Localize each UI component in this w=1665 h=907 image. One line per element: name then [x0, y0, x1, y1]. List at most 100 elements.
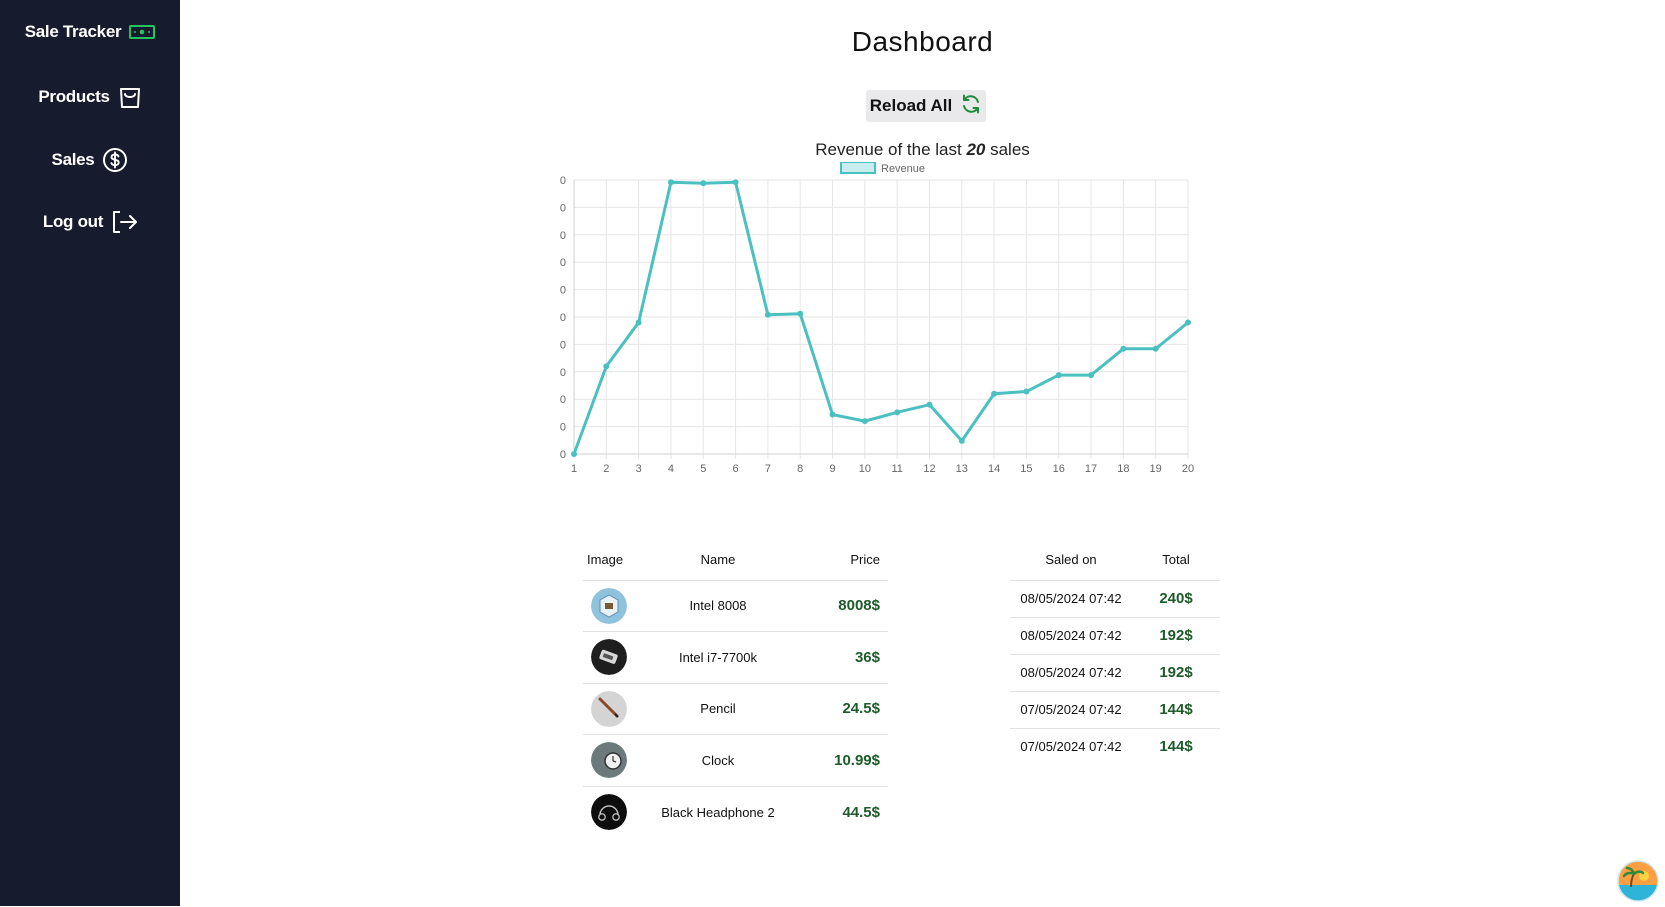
sale-total: 192$ — [1132, 616, 1220, 654]
table-row[interactable]: Black Headphone 2 44.5$ — [583, 785, 888, 838]
column-header-image: Image — [587, 552, 624, 568]
product-image-cell — [583, 785, 638, 838]
sidebar-item-label: Sales — [51, 150, 95, 169]
data-point — [861, 418, 868, 425]
product-price: 24.5$ — [798, 682, 888, 735]
x-tick-label: 8 — [797, 463, 803, 475]
product-price: 8008$ — [798, 579, 888, 632]
x-tick-label: 9 — [829, 463, 835, 475]
x-tick-label: 10 — [859, 463, 871, 475]
legend-label: Revenue — [881, 163, 925, 175]
y-tick-label: 150 — [560, 367, 566, 379]
x-tick-label: 2 — [603, 463, 609, 475]
data-point — [926, 401, 933, 408]
product-thumbnail-intel-8008 — [591, 587, 627, 624]
brand-label: Sale Tracker — [24, 22, 122, 41]
sale-total: 192$ — [1132, 653, 1220, 691]
data-point — [1055, 372, 1062, 379]
sidebar-item-logout[interactable]: Log out — [0, 210, 180, 234]
product-name: Black Headphone 2 — [638, 785, 798, 838]
data-point — [1152, 345, 1159, 352]
product-price: 36$ — [798, 631, 888, 683]
dollar-circle-icon — [102, 147, 128, 173]
y-tick-label: 50 — [560, 422, 566, 434]
page-title: Dashboard — [851, 26, 994, 57]
table-row[interactable]: Intel i7-7700k 36$ — [583, 631, 888, 683]
data-point — [1088, 372, 1095, 379]
sidebar-item-sales[interactable]: Sales — [0, 147, 180, 173]
product-image-cell — [583, 734, 638, 786]
sale-date: 07/05/2024 07:42 — [1010, 690, 1132, 728]
sidebar-item-label: Log out — [42, 212, 104, 231]
product-thumbnail-headphone — [591, 794, 627, 830]
main-content: Dashboard Reload All Revenue of the last… — [180, 0, 1665, 906]
table-header-row: Saled on Total — [1010, 540, 1220, 580]
column-header-saled-on: Saled on — [1045, 552, 1097, 568]
data-point — [1120, 345, 1127, 352]
product-name: Intel i7-7700k — [638, 631, 798, 683]
table-row[interactable]: Clock 10.99$ — [583, 734, 888, 786]
data-point — [1185, 319, 1191, 326]
table-row[interactable]: Pencil 24.5$ — [583, 682, 888, 735]
beach-avatar-icon[interactable] — [1617, 860, 1659, 902]
y-tick-label: 500 — [560, 175, 566, 187]
sale-date: 08/05/2024 07:42 — [1010, 653, 1132, 691]
sale-date: 08/05/2024 07:42 — [1010, 616, 1132, 654]
chart-title: Revenue of the last 20 sales — [180, 140, 1665, 160]
y-tick-label: 100 — [560, 394, 566, 406]
data-point — [797, 310, 804, 317]
legend-swatch — [840, 162, 876, 174]
x-tick-label: 14 — [988, 463, 1000, 475]
x-tick-label: 4 — [668, 463, 674, 475]
sale-total: 144$ — [1132, 727, 1220, 765]
product-thumbnail-clock — [591, 742, 627, 779]
chart-title-count: 20 — [966, 140, 986, 159]
table-header-row: Image Name Price — [583, 540, 888, 580]
table-row[interactable]: 07/05/2024 07:42 144$ — [1010, 690, 1220, 728]
brand[interactable]: Sale Tracker — [0, 22, 180, 42]
product-price: 10.99$ — [798, 734, 888, 786]
money-icon — [129, 24, 156, 40]
y-tick-label: 300 — [560, 285, 566, 297]
refresh-icon — [960, 93, 982, 120]
series-line-revenue — [572, 180, 1189, 455]
product-image-cell — [583, 682, 638, 735]
chart-title-prefix: Revenue of the last — [815, 140, 967, 159]
x-tick-label: 6 — [733, 463, 739, 475]
column-header-name: Name — [700, 552, 736, 568]
sale-date: 07/05/2024 07:42 — [1010, 727, 1132, 765]
x-tick-label: 12 — [923, 463, 935, 475]
product-image-cell — [583, 579, 638, 632]
x-tick-label: 18 — [1117, 463, 1129, 475]
x-tick-label: 17 — [1085, 463, 1097, 475]
data-point — [700, 180, 707, 187]
data-point — [991, 390, 998, 397]
table-row[interactable]: Intel 8008 8008$ — [583, 579, 888, 632]
sale-total: 240$ — [1132, 579, 1220, 617]
table-row[interactable]: 08/05/2024 07:42 240$ — [1010, 579, 1220, 617]
y-tick-label: 400 — [560, 230, 566, 242]
y-tick-label: 450 — [560, 202, 566, 214]
x-tick-label: 11 — [891, 463, 902, 475]
logout-icon — [111, 210, 138, 234]
reload-all-button[interactable]: Reload All — [866, 90, 986, 122]
data-point — [958, 437, 965, 444]
x-tick-label: 20 — [1182, 463, 1194, 475]
table-row[interactable]: 08/05/2024 07:42 192$ — [1010, 653, 1220, 691]
y-tick-label: 200 — [560, 339, 566, 351]
product-price: 44.5$ — [798, 785, 888, 838]
reload-label: Reload All — [869, 96, 953, 115]
data-point — [732, 179, 739, 186]
product-image-cell — [583, 631, 638, 683]
products-table: Image Name Price Intel 8008 8008$ Intel … — [583, 540, 888, 838]
y-tick-label: 250 — [560, 312, 566, 324]
table-row[interactable]: 08/05/2024 07:42 192$ — [1010, 616, 1220, 654]
sidebar-item-products[interactable]: Products — [0, 84, 180, 110]
product-name: Clock — [638, 734, 798, 786]
data-point — [571, 451, 577, 457]
data-point — [603, 363, 610, 370]
table-row[interactable]: 07/05/2024 07:42 144$ — [1010, 727, 1220, 765]
x-tick-label: 19 — [1150, 463, 1162, 475]
x-tick-label: 15 — [1020, 463, 1032, 475]
x-tick-label: 16 — [1053, 463, 1065, 475]
